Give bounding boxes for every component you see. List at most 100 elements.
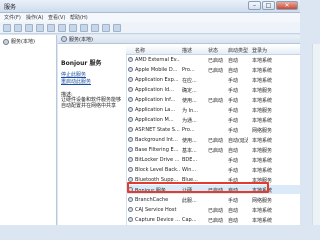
- cell-logon: 本地服务: [252, 88, 273, 94]
- cell-desc: 此服...: [182, 198, 197, 204]
- cell-desc: Pro...: [182, 127, 195, 133]
- column-logon-as[interactable]: 登录为: [252, 47, 267, 54]
- cell-status: 已启动: [208, 208, 224, 214]
- window-title: 服务: [4, 4, 17, 11]
- menu-bar: 文件(F) 操作(A) 查看(V) 帮助(H): [0, 13, 300, 22]
- service-icon: [128, 107, 133, 112]
- export-icon[interactable]: [58, 23, 66, 32]
- maximize-button[interactable]: □: [262, 1, 275, 10]
- cell-start: 手动: [228, 88, 239, 94]
- close-button[interactable]: ✕: [276, 1, 298, 10]
- table-row[interactable]: Application M... 为通... 手动 本地系统: [126, 115, 300, 124]
- cell-desc: Cap...: [182, 217, 197, 223]
- service-icon: [128, 137, 133, 142]
- table-row[interactable]: CAJ Service Host 已启动 自动 本地系统: [126, 205, 300, 214]
- service-icon: [128, 67, 133, 72]
- cell-name: Capture Device ...: [135, 217, 180, 223]
- back-icon[interactable]: [3, 23, 11, 32]
- cell-status: 已启动: [208, 218, 224, 224]
- cell-name: Background Int...: [135, 137, 178, 143]
- cell-status: 已启动: [208, 58, 224, 64]
- pause-icon[interactable]: [102, 23, 110, 32]
- cell-start: 手动: [228, 118, 239, 124]
- cell-status: 已启动: [208, 138, 224, 144]
- menu-view[interactable]: 查看(V): [48, 14, 65, 21]
- description-text: 让硬件设备和软件服务能够自动配置并在网络中共享: [61, 97, 122, 109]
- cell-status: 已启动: [208, 148, 224, 154]
- cell-start: 自动: [228, 148, 239, 154]
- column-name[interactable]: 名称: [135, 47, 145, 54]
- table-row[interactable]: BitLocker Drive ... BDE... 手动 本地系统: [126, 155, 300, 164]
- table-row[interactable]: Background Int... 使用... 已启动自动(延迟... 本地系统: [126, 135, 300, 144]
- cell-name: Block Level Back...: [135, 167, 180, 173]
- table-row[interactable]: AMD External Ev... 已启动 自动 本地系统: [126, 55, 300, 64]
- help-icon[interactable]: [69, 23, 77, 32]
- cell-name: ASP.NET State S...: [135, 127, 180, 133]
- cell-name: Application Inf...: [135, 97, 176, 103]
- menu-action[interactable]: 操作(A): [26, 14, 43, 21]
- stop-icon[interactable]: [91, 23, 99, 32]
- cell-desc: 使用...: [182, 138, 197, 144]
- pane-header: 服务(本地): [58, 35, 300, 44]
- console-tree-icon[interactable]: [36, 23, 44, 32]
- refresh-icon[interactable]: [47, 23, 55, 32]
- cell-status: 已启动: [208, 68, 224, 74]
- table-row[interactable]: Capture Device ... Cap... 已启动 自动 本地系统: [126, 215, 300, 224]
- cell-name: Application Exp...: [135, 77, 179, 83]
- service-icon: [128, 127, 133, 132]
- cell-logon: 本地系统: [252, 58, 273, 64]
- menu-help[interactable]: 帮助(H): [70, 14, 88, 21]
- stop-service-link[interactable]: 停止此服务: [61, 71, 86, 78]
- forward-icon[interactable]: [14, 23, 22, 32]
- highlight-box: [127, 182, 269, 193]
- cell-logon: 本地服务: [252, 108, 273, 114]
- table-row[interactable]: ASP.NET State S... Pro... 手动 网络服务: [126, 125, 300, 134]
- service-icon: [128, 97, 133, 102]
- cell-name: Base Filtering E...: [135, 147, 179, 153]
- column-status[interactable]: 状态: [208, 47, 218, 54]
- cell-start: 手动: [228, 168, 239, 174]
- cell-logon: 本地系统: [252, 158, 273, 164]
- tree-item-services-local[interactable]: 服务(本地): [3, 38, 35, 45]
- play-icon[interactable]: [80, 23, 88, 32]
- cell-logon: 本地系统: [252, 98, 273, 104]
- cell-start: 自动: [228, 208, 239, 214]
- cell-logon: 本地系统: [252, 118, 273, 124]
- service-icon: [128, 207, 133, 212]
- vertical-scrollbar[interactable]: [312, 44, 320, 225]
- cell-start: 自动: [228, 58, 239, 64]
- up-icon[interactable]: [25, 23, 33, 32]
- cell-status: 已启动: [208, 98, 224, 104]
- service-icon: [128, 197, 133, 202]
- column-startup-type[interactable]: 启动类型: [228, 47, 248, 54]
- table-row[interactable]: Application Id... 确定... 手动 本地服务: [126, 85, 300, 94]
- table-row[interactable]: Application Inf... 使用... 已启动 手动 本地系统: [126, 95, 300, 104]
- table-row[interactable]: BranchCache 此服... 手动 网络服务: [126, 195, 300, 204]
- table-row[interactable]: Block Level Back... Win... 手动 本地系统: [126, 165, 300, 174]
- services-pane: 服务(本地) Bonjour 服务 停止此服务 重启动此服务 描述: 让硬件设备…: [58, 35, 300, 225]
- menu-file[interactable]: 文件(F): [4, 14, 21, 21]
- cell-desc: 确定...: [182, 88, 197, 94]
- table-row[interactable]: Base Filtering E... 基本... 已启动 自动 本地服务: [126, 145, 300, 154]
- cell-logon: 本地系统: [252, 68, 273, 74]
- cell-name: Application Id...: [135, 87, 174, 93]
- gear-icon: [61, 36, 67, 42]
- minimize-button[interactable]: –: [248, 1, 261, 10]
- cell-desc: 使用...: [182, 98, 197, 104]
- cell-logon: 网络服务: [252, 128, 273, 134]
- cell-logon: 本地系统: [252, 138, 273, 144]
- cell-name: BitLocker Drive ...: [135, 157, 180, 163]
- service-icon: [128, 57, 133, 62]
- cell-logon: 本地系统: [252, 78, 273, 84]
- cell-name: Apple Mobile D...: [135, 67, 178, 73]
- restart-service-link[interactable]: 重启动此服务: [61, 78, 91, 85]
- column-description[interactable]: 描述: [182, 47, 192, 54]
- cell-start: 手动: [228, 158, 239, 164]
- toolbar: [0, 22, 300, 34]
- cell-desc: Win...: [182, 167, 197, 173]
- restart-icon[interactable]: [113, 23, 121, 32]
- table-row[interactable]: Application Exp... 在应... 手动 本地系统: [126, 75, 300, 84]
- table-row[interactable]: Apple Mobile D... Pro... 已启动 自动 本地系统: [126, 65, 300, 74]
- service-details: Bonjour 服务 停止此服务 重启动此服务 描述: 让硬件设备和软件服务能够…: [58, 45, 127, 225]
- table-row[interactable]: Application La... 为 In... 手动 本地服务: [126, 105, 300, 114]
